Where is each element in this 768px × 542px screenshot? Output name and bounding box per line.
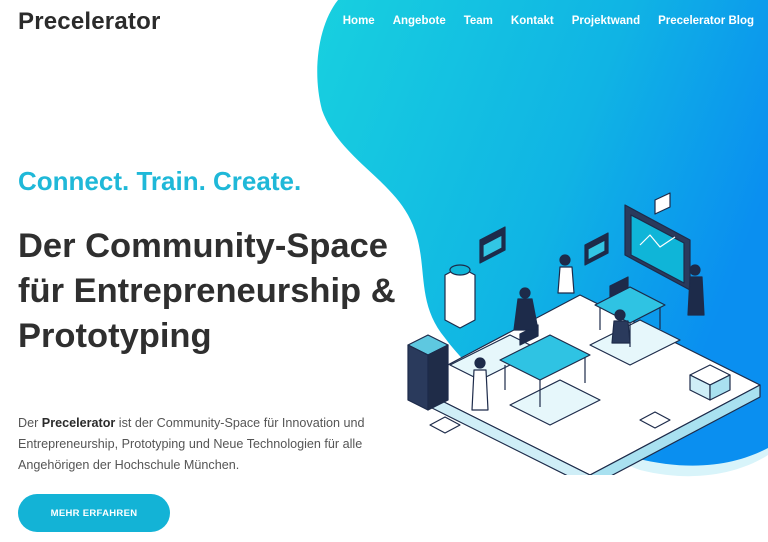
- hero-description: Der Precelerator ist der Community-Space…: [18, 413, 378, 476]
- nav-kontakt[interactable]: Kontakt: [511, 15, 554, 27]
- nav-home[interactable]: Home: [343, 15, 375, 27]
- nav-projektwand[interactable]: Projektwand: [572, 15, 640, 27]
- hero-headline: Der Community-Space für Entrepreneurship…: [18, 227, 396, 355]
- hero-tagline: Connect. Train. Create.: [18, 166, 302, 196]
- brand-logo[interactable]: Precelerator: [18, 8, 161, 36]
- desc-brand: Precelerator: [41, 416, 116, 430]
- coworking-illustration: [407, 192, 761, 475]
- nav-angebote[interactable]: Angebote: [393, 15, 446, 27]
- nav-team[interactable]: Team: [464, 15, 493, 27]
- nav-blog[interactable]: Precelerator Blog: [658, 15, 754, 27]
- learn-more-button[interactable]: MEHR ERFAHREN: [18, 494, 170, 532]
- main-nav: Home Angebote Team Kontakt Projektwand P…: [325, 15, 754, 27]
- desc-prefix: Der: [18, 416, 42, 430]
